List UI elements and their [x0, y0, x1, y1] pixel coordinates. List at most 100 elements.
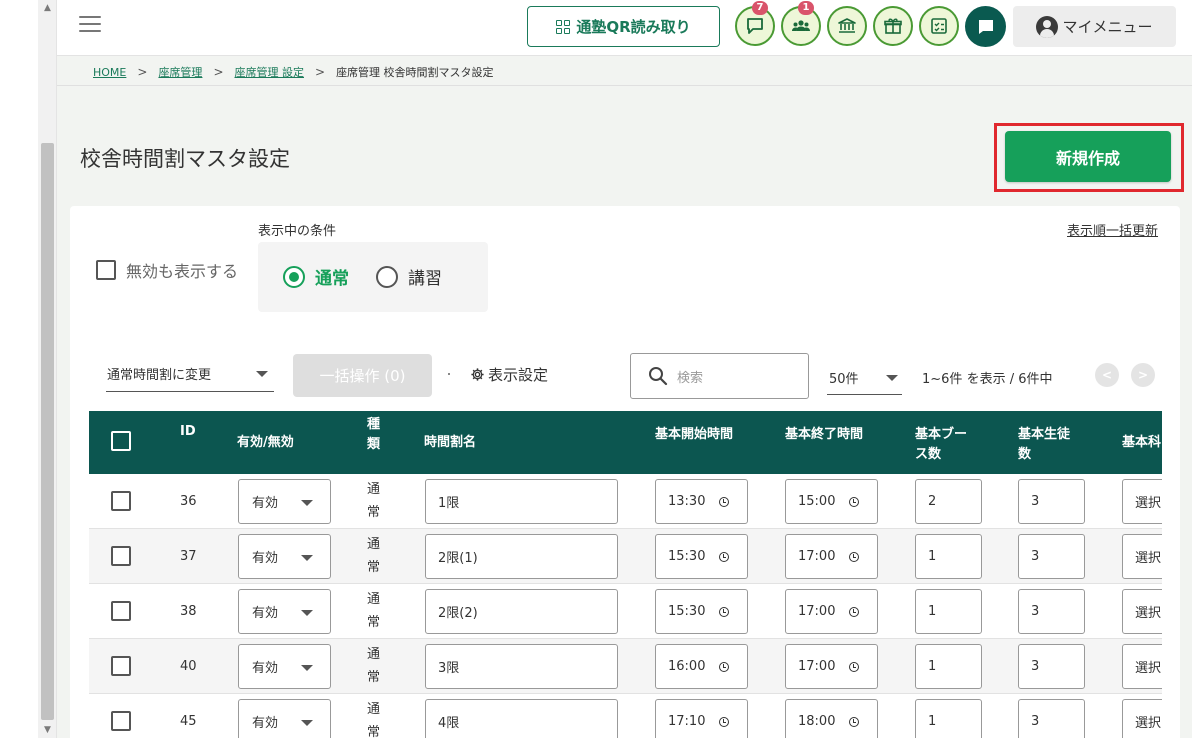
end-time-input[interactable]: 17:00	[785, 589, 878, 634]
name-input[interactable]: 2限(1)	[425, 534, 618, 579]
qr-scan-button[interactable]: 通塾QR読み取り	[527, 6, 720, 47]
row-kind-2: 常	[367, 670, 381, 685]
name-input[interactable]: 2限(2)	[425, 589, 618, 634]
row-kind-1: 通	[367, 592, 381, 607]
sort-order-update-link[interactable]: 表示順一括更新	[1067, 220, 1158, 239]
scroll-up-icon[interactable]: ▲	[38, 0, 57, 16]
booths-value: 1	[928, 549, 937, 564]
row-checkbox[interactable]	[111, 491, 131, 511]
students-badge: 1	[798, 1, 814, 15]
radio-normal[interactable]: 通常	[283, 264, 349, 289]
hamburger-menu-icon[interactable]	[79, 16, 101, 34]
breadcrumb-home-link[interactable]: HOME	[93, 66, 126, 79]
start-time-input[interactable]: 17:10	[655, 699, 748, 738]
subject-select[interactable]: 選択	[1122, 644, 1162, 689]
row-kind-1: 通	[367, 647, 381, 662]
timetable-table: ID 有効/無効 種 類 時間割名 基本開始時間 基本終了時間 基本ブー ス数 …	[89, 411, 1162, 738]
per-page-select[interactable]: 50件	[827, 361, 902, 395]
school-button[interactable]	[827, 6, 867, 46]
row-id: 40	[180, 659, 197, 674]
breadcrumb-seat-management-link[interactable]: 座席管理	[158, 64, 202, 80]
row-kind-2: 常	[367, 505, 381, 520]
end-time-input[interactable]: 17:00	[785, 644, 878, 689]
subject-select[interactable]: 選択	[1122, 589, 1162, 634]
clock-icon	[719, 717, 729, 727]
status-select[interactable]: 有効	[238, 479, 331, 524]
breadcrumb-seat-settings-link[interactable]: 座席管理 設定	[235, 64, 305, 80]
end-time-input[interactable]: 15:00	[785, 479, 878, 524]
subject-select[interactable]: 選択	[1122, 534, 1162, 579]
booths-input[interactable]: 1	[915, 699, 982, 738]
messages-button[interactable]: 7	[735, 1, 775, 46]
status-select[interactable]: 有効	[238, 644, 331, 689]
show-invalid-checkbox[interactable]: 無効も表示する	[96, 258, 238, 282]
subject-select[interactable]: 選択	[1122, 479, 1162, 524]
status-value: 有効	[252, 716, 279, 731]
messages-badge: 7	[752, 1, 768, 15]
status-select[interactable]: 有効	[238, 699, 331, 738]
display-settings-button[interactable]: 表示設定	[470, 364, 548, 385]
row-kind: 通常	[367, 588, 383, 634]
vertical-scrollbar[interactable]: ▲ ▼	[38, 0, 57, 738]
students-input[interactable]: 3	[1018, 479, 1085, 524]
booths-input[interactable]: 1	[915, 589, 982, 634]
students-input[interactable]: 3	[1018, 589, 1085, 634]
row-checkbox[interactable]	[111, 656, 131, 676]
select-all-checkbox[interactable]	[111, 431, 131, 451]
bulk-operation-button[interactable]: 一括操作 (0)	[293, 354, 432, 397]
search-input[interactable]: 検索	[630, 353, 809, 399]
table-row: 45 有効 通常 4限 17:10 18:00 1 3 選択	[89, 694, 1162, 738]
checklist-button[interactable]	[919, 6, 959, 46]
start-time-input[interactable]: 15:30	[655, 589, 748, 634]
row-kind: 通常	[367, 643, 383, 689]
booths-input[interactable]: 2	[915, 479, 982, 524]
name-input[interactable]: 4限	[425, 699, 618, 738]
end-time-input[interactable]: 17:00	[785, 534, 878, 579]
end-time-value: 17:00	[798, 659, 836, 674]
row-checkbox[interactable]	[111, 546, 131, 566]
start-time-input[interactable]: 16:00	[655, 644, 748, 689]
page: ▲ ▼ 通塾QR読み取り 7 1 マイメニュー HOME > 座席管理 > 座席…	[0, 0, 1192, 738]
radio-course[interactable]: 講習	[376, 264, 442, 289]
end-time-value: 17:00	[798, 604, 836, 619]
chat-button[interactable]	[965, 6, 1006, 47]
start-time-input[interactable]: 13:30	[655, 479, 748, 524]
per-page-value: 50件	[829, 372, 859, 387]
students-input[interactable]: 3	[1018, 699, 1085, 738]
students-button[interactable]: 1	[781, 1, 821, 46]
booths-value: 1	[928, 659, 937, 674]
name-input[interactable]: 3限	[425, 644, 618, 689]
booths-input[interactable]: 1	[915, 534, 982, 579]
name-value: 2限(2)	[438, 606, 478, 621]
row-checkbox[interactable]	[111, 601, 131, 621]
scroll-down-icon[interactable]: ▼	[38, 722, 57, 738]
subject-select[interactable]: 選択	[1122, 699, 1162, 738]
row-checkbox[interactable]	[111, 711, 131, 731]
radio-normal-label: 通常	[315, 269, 349, 289]
gift-button[interactable]	[873, 6, 913, 46]
prev-page-button[interactable]: <	[1095, 363, 1119, 387]
row-kind-1: 通	[367, 702, 381, 717]
clock-icon	[849, 552, 859, 562]
students-input[interactable]: 3	[1018, 534, 1085, 579]
header-kind-2: 類	[367, 437, 381, 452]
status-select[interactable]: 有効	[238, 589, 331, 634]
name-value: 3限	[438, 661, 460, 676]
booths-input[interactable]: 1	[915, 644, 982, 689]
checkbox-box[interactable]	[96, 260, 116, 280]
scrollbar-thumb[interactable]	[41, 143, 54, 720]
next-page-button[interactable]: >	[1131, 363, 1155, 387]
status-select[interactable]: 有効	[238, 534, 331, 579]
end-time-input[interactable]: 18:00	[785, 699, 878, 738]
name-input[interactable]: 1限	[425, 479, 618, 524]
new-create-button[interactable]: 新規作成	[1005, 131, 1171, 182]
subject-value: 選択	[1135, 606, 1162, 621]
message-icon	[747, 18, 763, 34]
range-info: 1~6件 を表示 / 6件中	[922, 372, 1053, 387]
students-input[interactable]: 3	[1018, 644, 1085, 689]
my-menu-button[interactable]: マイメニュー	[1013, 6, 1176, 47]
bulk-action-select[interactable]: 通常時間割に変更	[106, 356, 274, 392]
students-value: 3	[1031, 659, 1040, 674]
bulk-action-value: 通常時間割に変更	[107, 368, 212, 383]
start-time-input[interactable]: 15:30	[655, 534, 748, 579]
